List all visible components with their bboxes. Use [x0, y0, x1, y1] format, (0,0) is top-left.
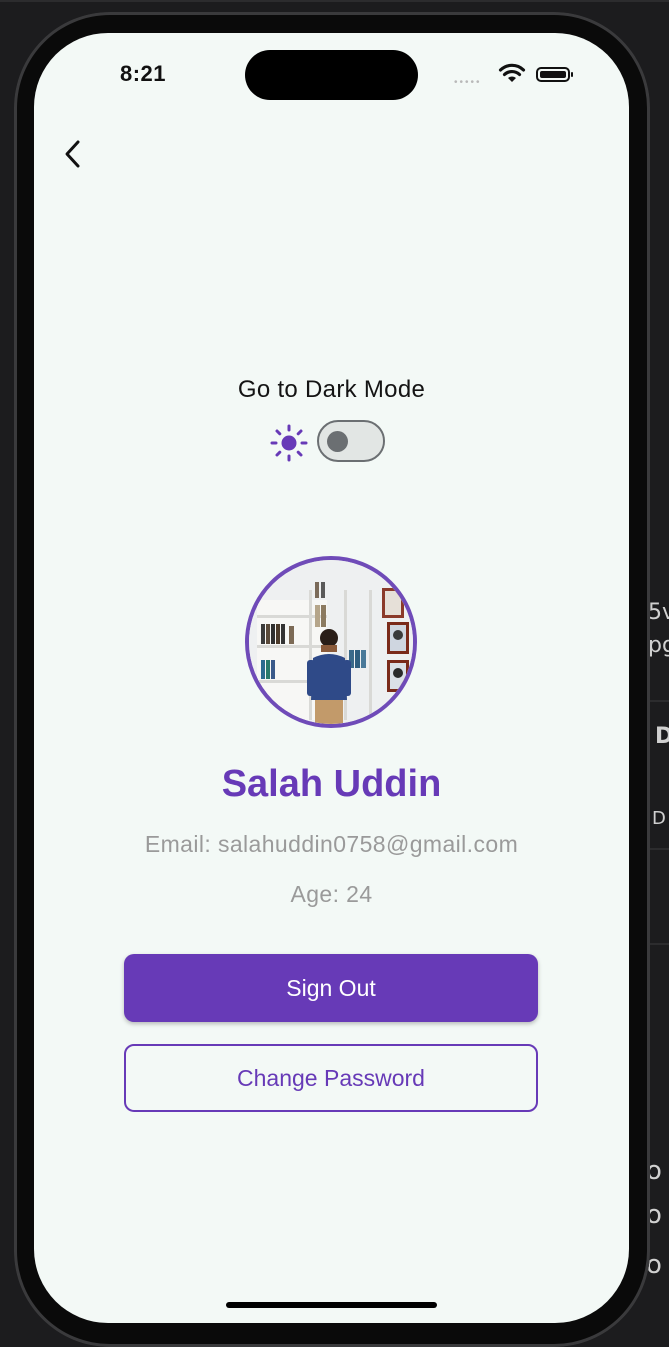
avatar — [245, 556, 417, 728]
dark-mode-toggle[interactable] — [317, 420, 385, 462]
background-divider — [650, 943, 669, 945]
toggle-knob — [327, 431, 348, 452]
chevron-left-icon — [65, 140, 80, 168]
wifi-icon — [498, 63, 526, 82]
cellular-dots-icon: ••••• — [454, 77, 482, 88]
back-button[interactable] — [60, 137, 88, 171]
battery-full-icon — [536, 67, 573, 82]
profile-age: Age: 24 — [290, 881, 373, 907]
background-text: pg — [648, 633, 669, 658]
background-divider — [0, 0, 669, 2]
dynamic-island — [245, 50, 418, 100]
background-text: D — [652, 808, 666, 829]
home-indicator — [226, 1302, 437, 1308]
background-divider — [650, 700, 669, 702]
status-time: 8:21 — [120, 61, 167, 86]
change-password-button[interactable]: Change Password — [124, 1044, 538, 1112]
dark-mode-label: Go to Dark Mode — [237, 376, 426, 403]
background-divider — [650, 848, 669, 850]
profile-name: Salah Uddin — [221, 763, 442, 805]
sun-icon — [270, 424, 308, 462]
profile-photo — [249, 560, 413, 724]
status-icons: ••••• — [454, 63, 579, 88]
background-text: 5v — [648, 600, 669, 625]
sign-out-button[interactable]: Sign Out — [124, 954, 538, 1022]
background-text: D — [655, 724, 669, 749]
app-screen: 8:21 ••••• Go to Dark Mode Salah Uddin E… — [34, 33, 629, 1323]
profile-email: Email: salahuddin0758@gmail.com — [144, 831, 519, 857]
